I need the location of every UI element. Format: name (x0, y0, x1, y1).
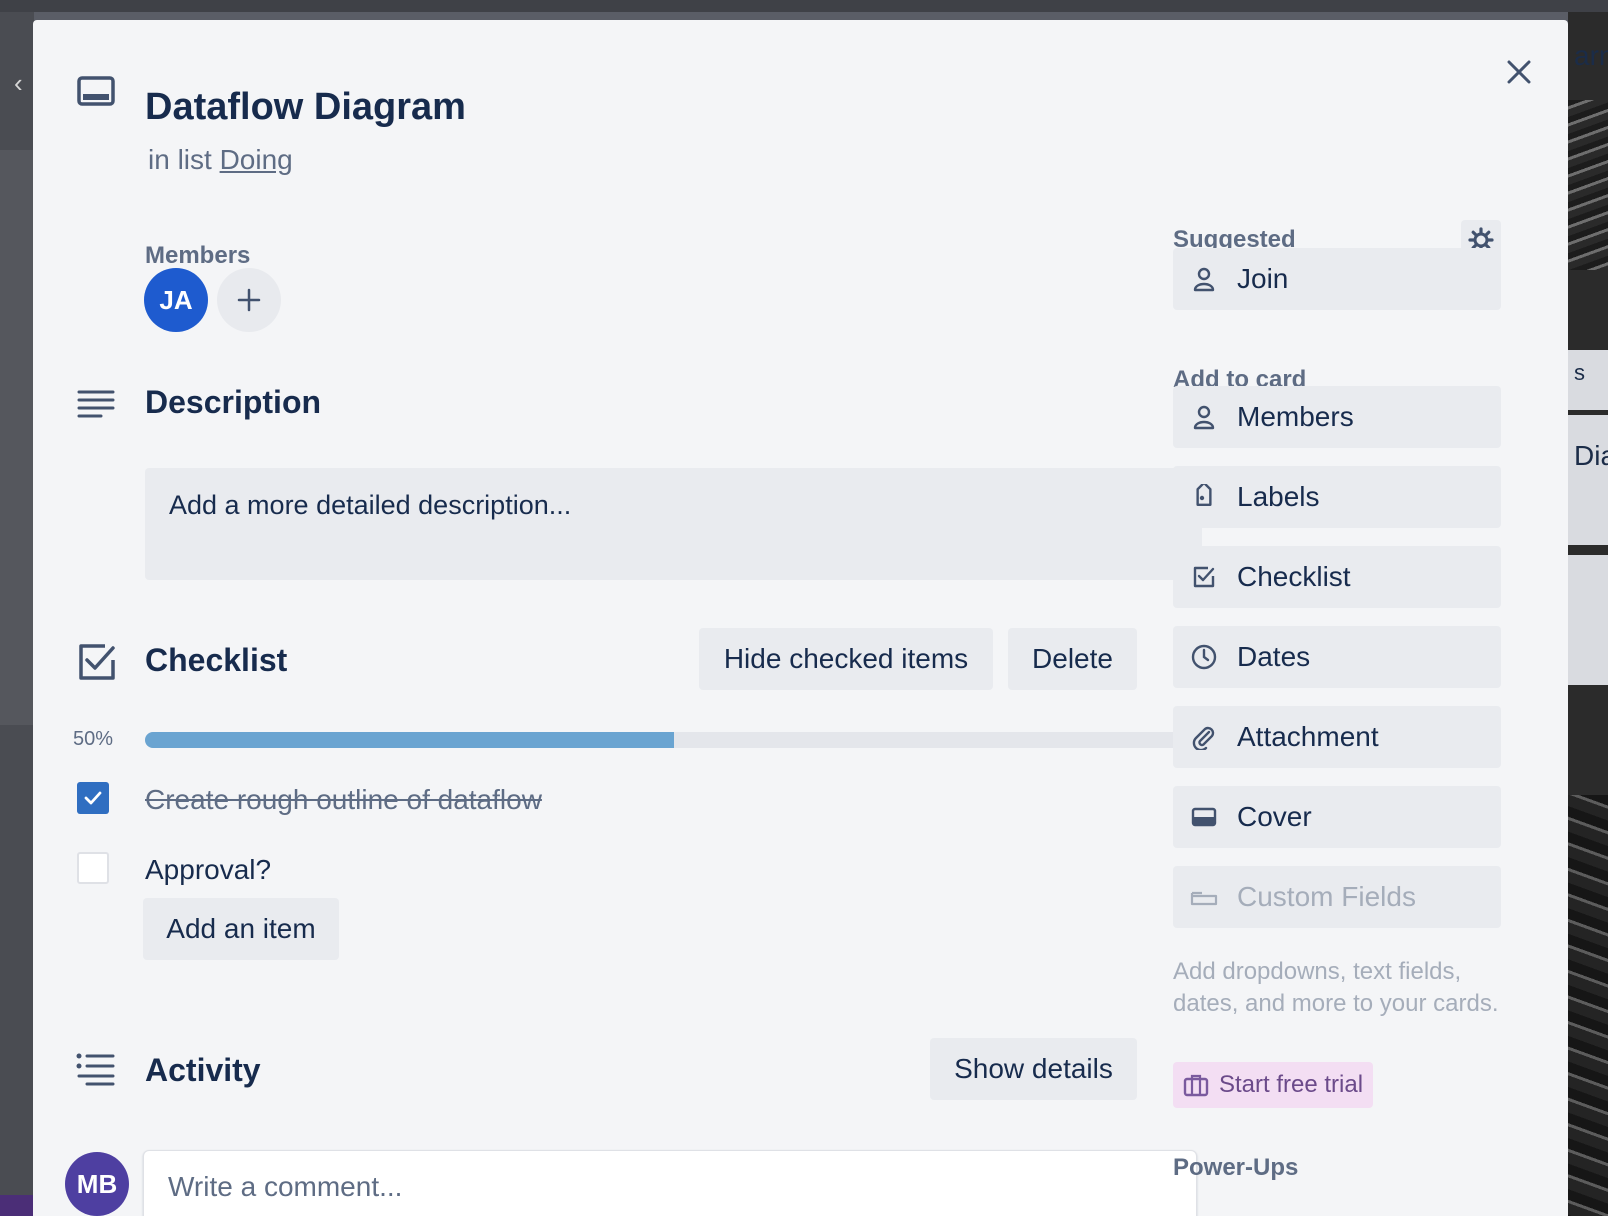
current-user-avatar[interactable]: MB (65, 1152, 129, 1216)
dates-button-label: Dates (1237, 641, 1311, 672)
members-button[interactable]: Members (1173, 386, 1501, 448)
board-card-fragment (1568, 555, 1608, 685)
attachment-button[interactable]: Attachment (1173, 706, 1501, 768)
board-card-fragment (1568, 415, 1608, 545)
board-background-image (1568, 100, 1608, 270)
checklist-item-checkbox[interactable] (77, 782, 109, 814)
plus-icon (237, 288, 261, 312)
person-icon (1189, 402, 1219, 432)
activity-title: Activity (145, 1052, 261, 1088)
add-member-button[interactable] (217, 268, 281, 332)
custom-fields-note: Add dropdowns, text fields, dates, and m… (1173, 958, 1499, 1017)
clock-icon (1189, 642, 1219, 672)
board-text-fragment: Dia (1574, 440, 1608, 471)
checklist-button-label: Checklist (1237, 561, 1351, 592)
activity-icon (76, 1053, 115, 1086)
custom-fields-icon (1189, 882, 1219, 912)
board-left-footer (0, 1195, 34, 1216)
cover-button-label: Cover (1237, 801, 1312, 832)
checkmark-icon (84, 791, 102, 805)
show-details-button[interactable]: Show details (930, 1038, 1137, 1100)
checklist-item-checkbox[interactable] (77, 852, 109, 884)
cover-button[interactable]: Cover (1173, 786, 1501, 848)
board-text-fragment: arn (1574, 40, 1608, 71)
start-free-trial-button[interactable]: Start free trial (1173, 1062, 1374, 1108)
close-button[interactable] (1497, 50, 1541, 94)
start-free-trial-label: Start free trial (1219, 1071, 1364, 1098)
join-label: Join (1237, 263, 1289, 294)
list-link[interactable]: Doing (220, 144, 293, 175)
paperclip-icon (1189, 722, 1219, 752)
delete-checklist-button[interactable]: Delete (1008, 628, 1137, 690)
in-list-prefix: in list (148, 144, 212, 175)
checklist-item-text[interactable]: Create rough outline of dataflow (145, 784, 542, 816)
board-background-image (1568, 795, 1608, 1216)
checklist-progress-percent: 50% (73, 728, 114, 750)
card-title[interactable]: Dataflow Diagram (145, 86, 466, 129)
checklist-progress-fill (145, 732, 674, 748)
custom-fields-button-label: Custom Fields (1237, 881, 1416, 912)
join-button[interactable]: Join (1173, 248, 1501, 310)
checklist-button[interactable]: Checklist (1173, 546, 1501, 608)
custom-fields-button[interactable]: Custom Fields (1173, 866, 1501, 928)
labels-button-label: Labels (1237, 481, 1320, 512)
member-avatar[interactable]: JA (144, 268, 208, 332)
checklist-progress-bar (145, 732, 1202, 748)
checkbox-icon (1189, 562, 1219, 592)
comment-input[interactable]: Write a comment... (143, 1150, 1197, 1216)
description-title: Description (145, 384, 322, 420)
person-icon (1189, 264, 1219, 294)
labels-button[interactable]: Labels (1173, 466, 1501, 528)
members-button-label: Members (1237, 401, 1354, 432)
card-detail-modal: Dataflow Diagram in list Doing Members J… (33, 20, 1568, 1216)
description-input[interactable]: Add a more detailed description... (145, 468, 1202, 580)
board-header-strip (0, 0, 1608, 12)
tag-icon (1189, 482, 1219, 512)
cover-icon (1189, 802, 1219, 832)
description-icon (77, 390, 115, 418)
board-left-list (0, 150, 34, 725)
briefcase-icon (1183, 1073, 1209, 1097)
power-ups-label: Power-Ups (1173, 1154, 1299, 1181)
attachment-button-label: Attachment (1237, 721, 1379, 752)
add-checklist-item-button[interactable]: Add an item (143, 898, 339, 960)
members-label: Members (145, 242, 251, 269)
card-list-info: in list Doing (148, 144, 293, 176)
card-icon (77, 76, 115, 106)
checklist-title: Checklist (145, 642, 288, 678)
hide-checked-items-button[interactable]: Hide checked items (699, 628, 993, 690)
board-text-fragment: s (1574, 360, 1585, 385)
close-icon (1507, 60, 1531, 84)
checklist-item-text[interactable]: Approval? (145, 854, 271, 886)
chevron-left-icon: ‹ (14, 68, 23, 98)
checklist-icon (79, 644, 115, 680)
dates-button[interactable]: Dates (1173, 626, 1501, 688)
